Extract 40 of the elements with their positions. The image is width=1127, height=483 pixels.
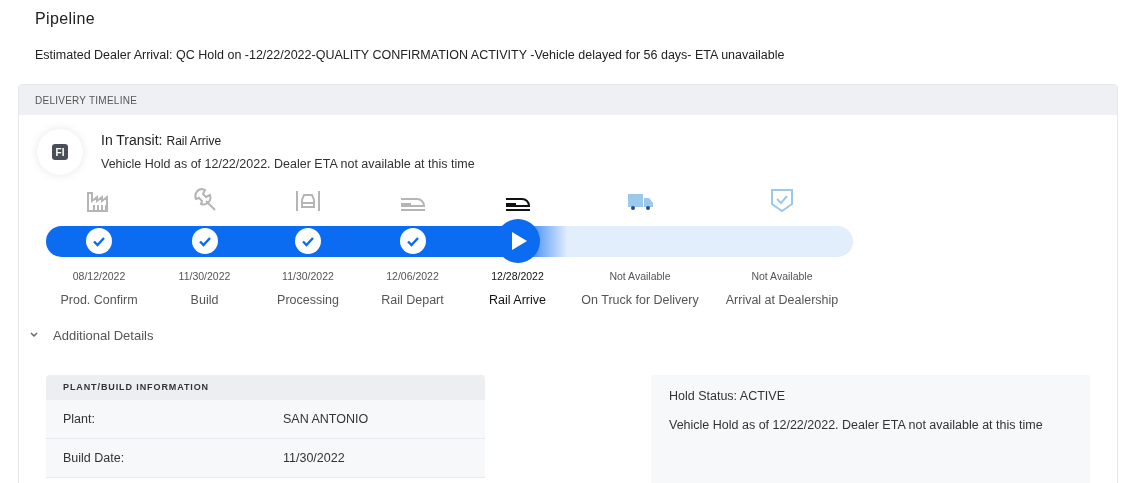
status-label: In Transit: — [101, 131, 163, 151]
status-note: Vehicle Hold as of 12/22/2022. Dealer ETA not available at this time — [101, 156, 475, 174]
row-label: Build Date: — [62, 449, 126, 467]
check-icon — [399, 228, 426, 254]
estimate-text: Estimated Dealer Arrival: QC Hold on -12/22/2022-QUALITY CONFIRMATION ACTIVITY -Vehicle delayed for 56 days- ETA unavailable — [34, 47, 786, 64]
step-date: 12/28/2022 — [491, 269, 544, 284]
step-label: Build — [190, 291, 219, 309]
check-icon — [295, 228, 321, 254]
step-date: 11/30/2022 — [178, 269, 231, 284]
step-label: Rail Arrive — [489, 291, 546, 309]
check-icon — [191, 228, 218, 254]
step-date: 08/12/2022 — [72, 269, 126, 284]
row-value: 11/30/2022 — [283, 449, 345, 467]
wrench-icon — [191, 187, 218, 213]
step-date: 11/30/2022 — [282, 269, 334, 284]
panel-header: DELIVERY TIMELINE — [19, 85, 1117, 115]
chevron-icon — [29, 331, 39, 340]
train-icon — [503, 195, 532, 213]
status-value: Rail Arrive — [166, 133, 222, 151]
car-lift-icon — [295, 189, 321, 213]
step-date: Not Available — [751, 269, 813, 284]
truck-icon — [626, 191, 654, 213]
check-icon — [86, 228, 112, 254]
step-label: Prod. Confirm — [60, 291, 138, 309]
step-date: Not Available — [609, 269, 671, 284]
step-label: Processing — [277, 291, 339, 309]
shield-check-icon — [770, 187, 794, 213]
hold-status: Hold Status: ACTIVE — [669, 388, 787, 405]
step-label: Arrival at Dealership — [725, 291, 839, 309]
details-toggle[interactable]: Additional Details — [29, 325, 154, 345]
step-date: 12/06/2022 — [386, 269, 439, 284]
row-value: SAN ANTONIO — [283, 410, 369, 428]
hold-note: Vehicle Hold as of 12/22/2022. Dealer ETA not available at this time — [669, 416, 1044, 434]
page-title: Pipeline — [34, 9, 97, 29]
step-label: On Truck for Delivery — [581, 291, 699, 309]
table-header: PLANT/BUILD INFORMATION — [46, 375, 485, 400]
row-label: Plant: — [62, 410, 96, 428]
train-icon — [398, 195, 427, 213]
badge-text: FI — [52, 144, 68, 160]
step-label: Rail Depart — [381, 291, 444, 309]
